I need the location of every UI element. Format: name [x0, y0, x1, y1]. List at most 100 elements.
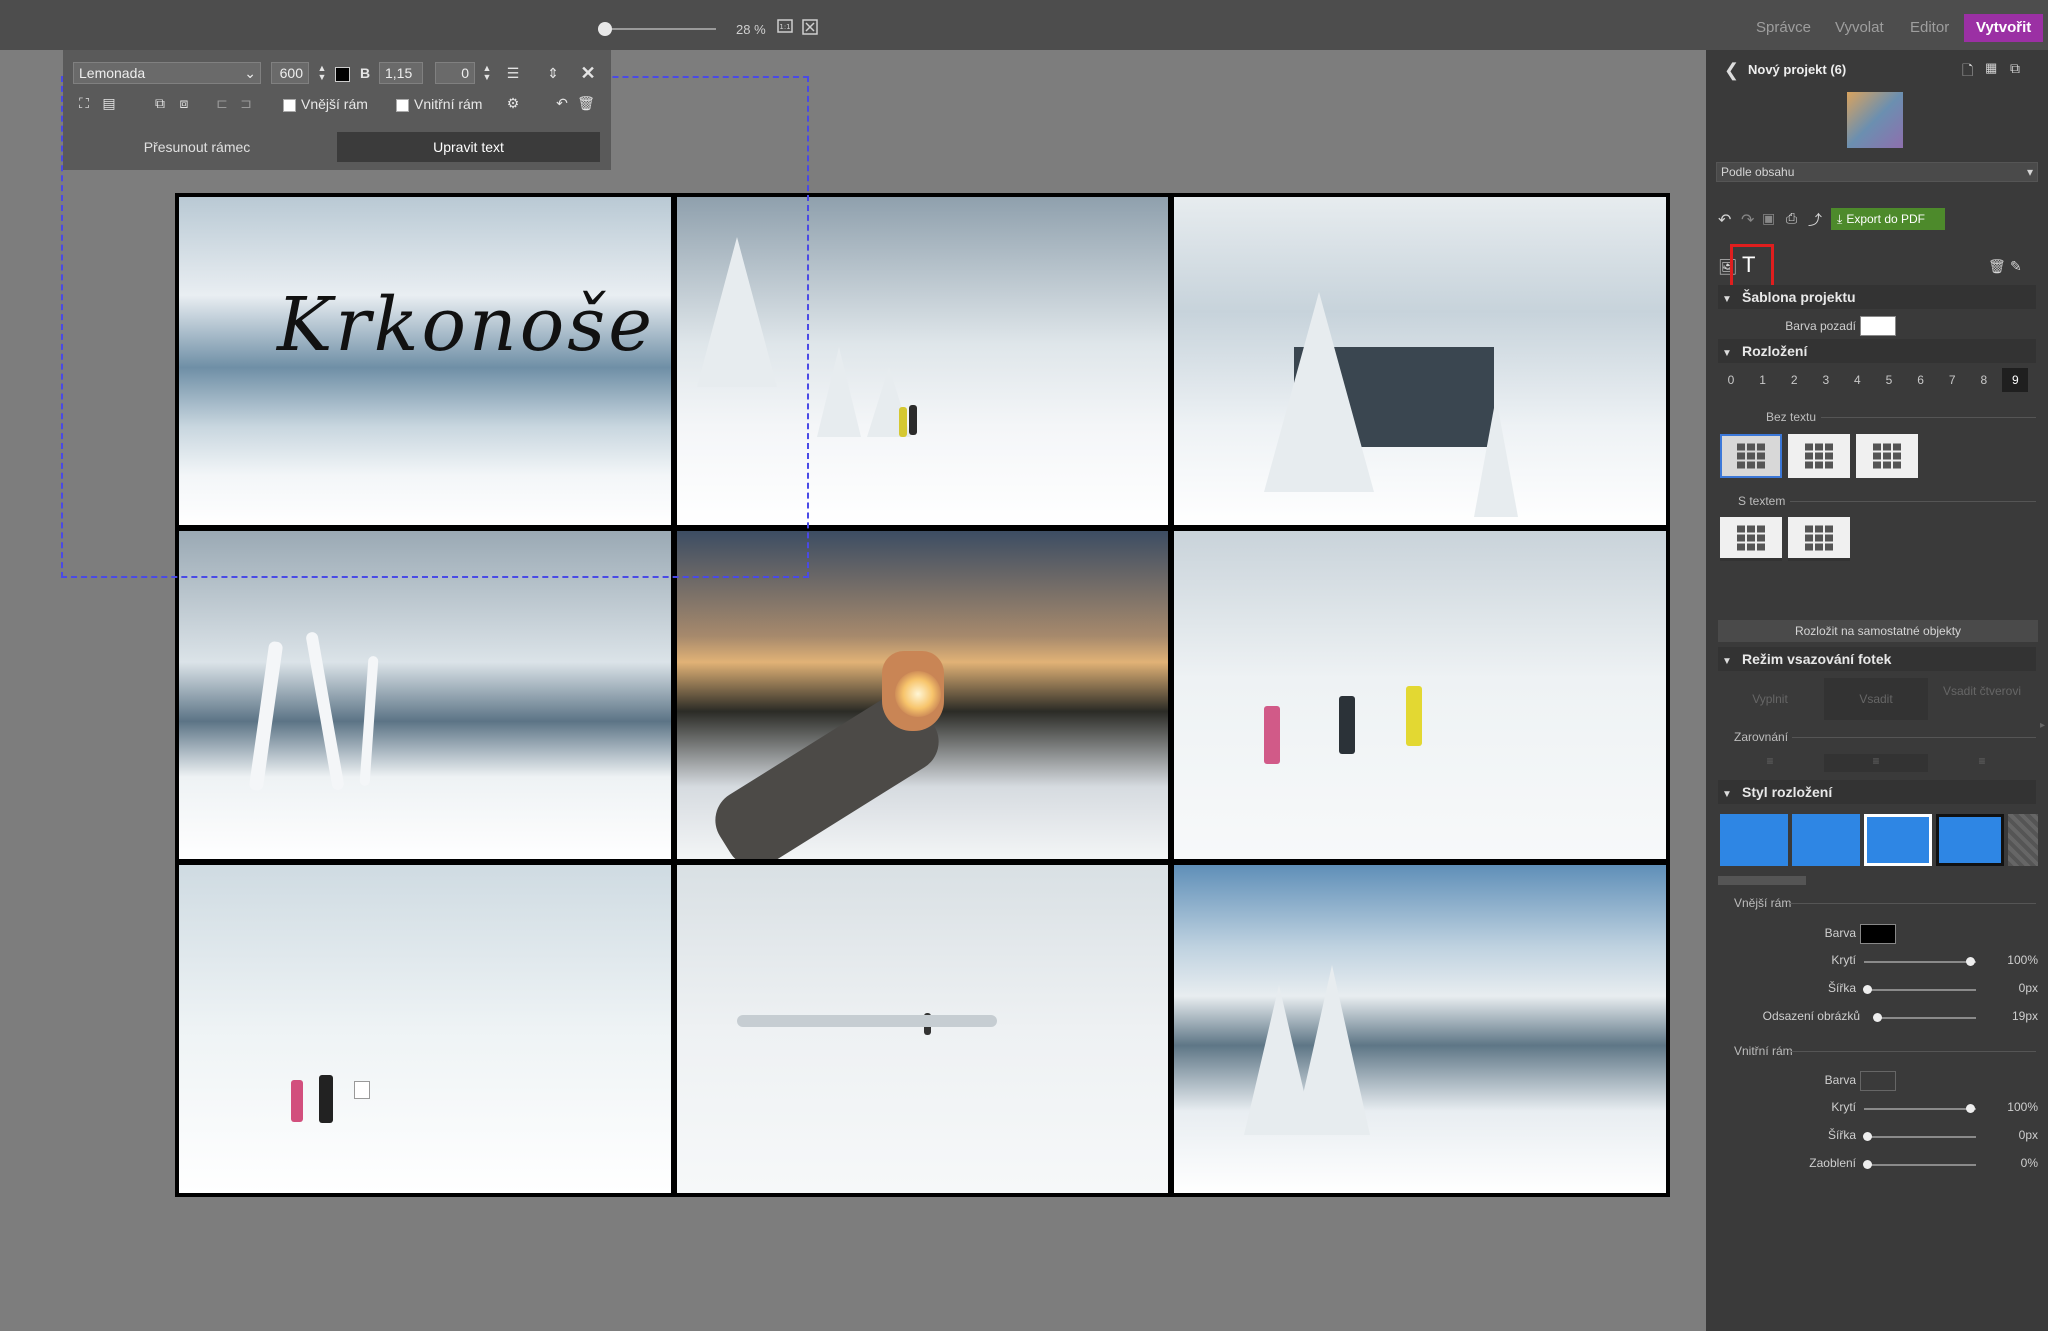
panel-collapse-icon[interactable]: ▸ [2040, 720, 2045, 731]
style-scrollbar[interactable] [1718, 876, 1806, 885]
text-align-icon[interactable]: ☰ [504, 64, 522, 82]
undo-icon[interactable]: ↶ [1718, 210, 1731, 230]
align-right-icon[interactable]: ⊐ [237, 94, 255, 112]
font-size-input[interactable]: 600 [271, 62, 309, 84]
fit-fill-button[interactable]: Vyplnit [1718, 678, 1822, 720]
split-objects-button[interactable]: Rozložit na samostatné objekty [1718, 620, 2038, 642]
vertical-align-icon[interactable]: ⇕ [544, 64, 562, 82]
layout-count-tab-6[interactable]: 6 [1908, 368, 1934, 392]
share-icon[interactable]: ⤴ [1808, 210, 1822, 230]
layout-count-tab-0[interactable]: 0 [1718, 368, 1744, 392]
outer-opacity-slider[interactable] [1966, 957, 1975, 966]
layout-count-tab-8[interactable]: 8 [1971, 368, 1997, 392]
line-spacing-select[interactable]: 1,15 [379, 62, 423, 84]
style-swatch-4[interactable] [1936, 814, 2004, 866]
delete-icon[interactable]: 🗑 [1988, 258, 2006, 275]
actual-size-icon[interactable]: 1:1 [776, 19, 794, 37]
gear-icon[interactable]: ⚙ [504, 94, 522, 112]
fit-inset-button[interactable]: Vsadit [1824, 678, 1928, 720]
photo-3[interactable] [1174, 197, 1666, 525]
outer-width-slider[interactable] [1863, 985, 1872, 994]
align-right-icon[interactable]: ≡ [1930, 754, 2034, 772]
layout-text-thumb-2[interactable] [1788, 517, 1850, 561]
font-family-select[interactable]: Lemonada ⌄ [73, 62, 261, 84]
layout-thumb-1[interactable] [1720, 434, 1782, 478]
style-swatch-3[interactable] [1864, 814, 1932, 866]
bold-button[interactable]: B [356, 64, 374, 82]
zoom-slider[interactable] [598, 28, 716, 30]
layout-count-tab-1[interactable]: 1 [1750, 368, 1776, 392]
outer-frame-checkbox[interactable] [283, 99, 296, 112]
project-thumbnail[interactable] [1847, 92, 1903, 148]
undo-icon[interactable]: ↶ [553, 94, 571, 112]
photo-7[interactable] [179, 865, 671, 1193]
outer-color-label: Barva [1824, 926, 1856, 940]
layout-text-thumb-1[interactable] [1720, 517, 1782, 561]
layout-count-tab-3[interactable]: 3 [1813, 368, 1839, 392]
style-swatch-2[interactable] [1792, 814, 1860, 866]
save-icon[interactable]: ▣ [1762, 210, 1775, 227]
letter-spacing-input[interactable]: 0 [435, 62, 475, 84]
layout-icon[interactable]: ▦ [1985, 60, 1997, 76]
font-size-stepper-icon[interactable]: ▲ ▼ [313, 64, 331, 82]
bring-forward-icon[interactable]: ⧉ [151, 94, 169, 112]
inner-width-slider[interactable] [1863, 1132, 1872, 1141]
style-swatch-5[interactable] [2008, 814, 2038, 866]
inner-frame-checkbox[interactable] [396, 99, 409, 112]
photo-5[interactable] [676, 531, 1169, 859]
inner-opacity-slider[interactable] [1966, 1104, 1975, 1113]
move-frame-button[interactable]: Přesunout rámec [63, 130, 331, 164]
outer-color-swatch[interactable] [1860, 924, 1896, 944]
style-swatch-1[interactable] [1720, 814, 1788, 866]
zoom-slider-handle[interactable] [598, 22, 613, 36]
text-tool-icon[interactable]: T [1742, 252, 1755, 278]
close-icon[interactable]: ✕ [579, 64, 597, 82]
mode-tab-editor[interactable]: Editor [1898, 14, 1961, 42]
letter-spacing-stepper-icon[interactable]: ▲ ▼ [478, 64, 496, 82]
mode-tab-create[interactable]: Vytvořit [1964, 14, 2044, 42]
back-arrow-icon[interactable]: ❮ [1724, 60, 1739, 81]
section-layout-style[interactable]: ▼ Styl rozložení [1718, 780, 2036, 804]
sort-dropdown[interactable]: Podle obsahu ▾ [1716, 162, 2038, 182]
right-panel: ❮ Nový projekt (6) 🗋 ▦ ⧉ Podle obsahu ▾ … [1706, 50, 2048, 1331]
align-left-icon[interactable]: ≡ [1718, 754, 1822, 772]
layout-count-tab-2[interactable]: 2 [1781, 368, 1807, 392]
edit-text-button[interactable]: Upravit text [337, 132, 600, 162]
duplicate-page-icon[interactable]: ⧉ [2010, 60, 2020, 77]
fit-square-button[interactable]: Vsadit čtverovi [1930, 678, 2034, 720]
photo-9[interactable] [1174, 865, 1666, 1193]
layout-thumb-2[interactable] [1788, 434, 1850, 478]
trash-icon[interactable]: 🗑 [577, 94, 595, 112]
layout-count-tab-4[interactable]: 4 [1844, 368, 1870, 392]
layout-thumb-3[interactable] [1856, 434, 1918, 478]
redo-icon[interactable]: ↷ [1741, 210, 1754, 230]
inner-opacity-value: 100% [2007, 1100, 2038, 1114]
send-backward-icon[interactable]: ⧈ [175, 94, 193, 112]
inner-width-label: Šířka [1827, 1128, 1856, 1142]
fit-frame-icon[interactable]: ⛶ [75, 94, 93, 112]
new-page-icon[interactable]: 🗋 [1962, 60, 1973, 84]
export-pdf-button[interactable]: ⤓ Export do PDF [1831, 208, 1945, 230]
align-center-icon[interactable]: ≡ [1824, 754, 1928, 772]
photo-8[interactable] [676, 865, 1169, 1193]
layout-count-tab-9[interactable]: 9 [2002, 368, 2029, 392]
text-color-swatch[interactable] [335, 67, 350, 82]
layout-count-tab-5[interactable]: 5 [1876, 368, 1902, 392]
bg-color-swatch[interactable] [1860, 316, 1896, 336]
inner-color-swatch[interactable] [1860, 1071, 1896, 1091]
fit-to-screen-icon[interactable] [801, 19, 819, 37]
inner-rounding-slider[interactable] [1863, 1160, 1872, 1169]
align-left-icon[interactable]: ⊏ [213, 94, 231, 112]
section-fit-mode[interactable]: ▼ Režim vsazování fotek [1718, 647, 2036, 671]
section-layout[interactable]: ▼ Rozložení [1718, 339, 2036, 363]
print-icon[interactable]: ⎙ [1786, 210, 1797, 227]
section-template[interactable]: ▼ Šablona projektu [1718, 285, 2036, 309]
photo-6[interactable] [1174, 531, 1666, 859]
layout-count-tab-7[interactable]: 7 [1939, 368, 1965, 392]
photo-4[interactable] [179, 531, 671, 859]
eraser-icon[interactable]: ✎ [2010, 258, 2022, 275]
image-spacing-slider[interactable] [1873, 1013, 1882, 1022]
mode-tab-develop[interactable]: Vyvolat [1823, 14, 1896, 42]
frame-layout-icon[interactable]: ▤ [100, 94, 118, 112]
mode-tab-manager[interactable]: Správce [1744, 14, 1823, 42]
